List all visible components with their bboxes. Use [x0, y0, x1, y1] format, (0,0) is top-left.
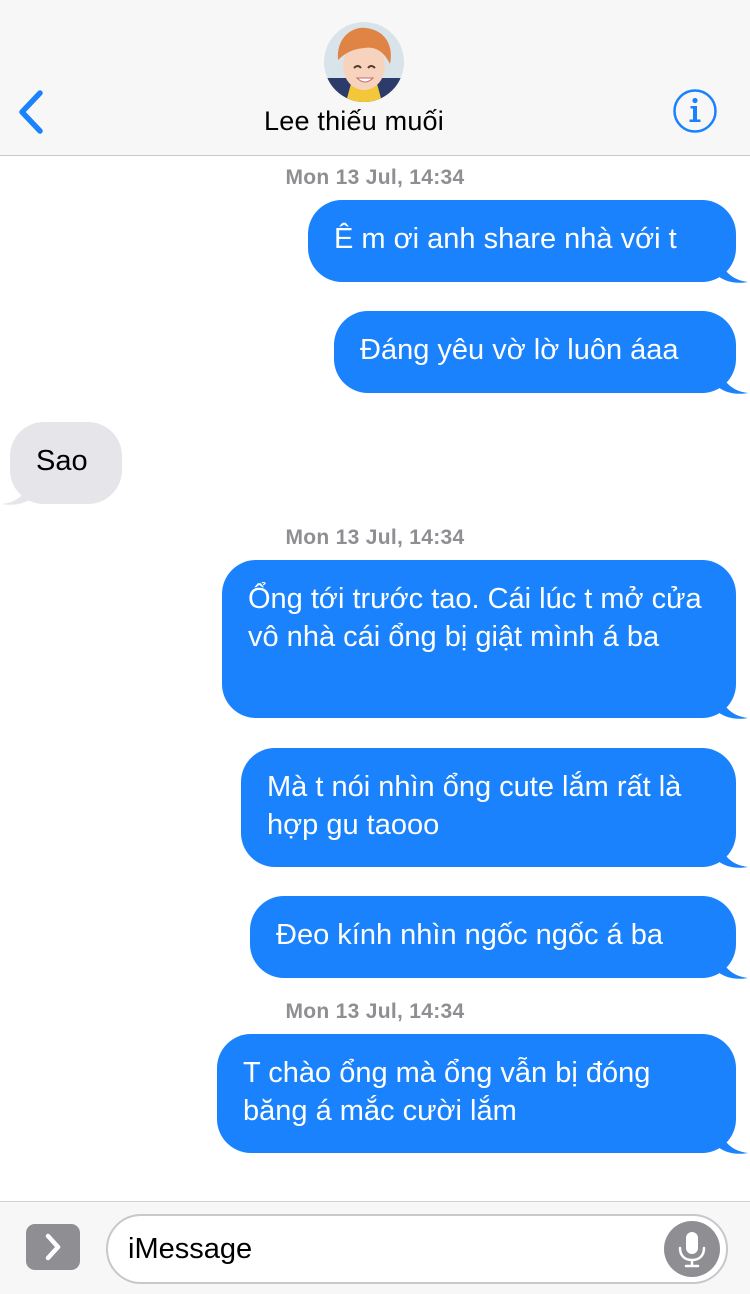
- message-text: T chào ổng mà ổng vẫn bị đóng băng á mắc…: [243, 1057, 651, 1127]
- chevron-right-icon: [45, 1233, 61, 1261]
- message-timestamp: Mon 13 Jul, 14:34: [285, 1000, 465, 1023]
- message-text: Sao: [36, 445, 88, 477]
- sent-message-bubble[interactable]: Đeo kính nhìn ngốc ngốc á ba: [250, 896, 736, 978]
- message-text: Mà t nói nhìn ổng cute lắm rất là hợp gu…: [267, 771, 682, 841]
- contact-name[interactable]: Lee thiếu muối: [0, 106, 708, 137]
- info-button[interactable]: [672, 88, 718, 134]
- bubble-tail: [718, 1121, 748, 1154]
- contact-avatar[interactable]: [324, 22, 404, 102]
- bubble-tail: [718, 946, 748, 979]
- message-timestamp: Mon 13 Jul, 14:34: [285, 166, 465, 189]
- bubble-tail: [718, 250, 748, 283]
- message-text: Ổng tới trước tao. Cái lúc t mở cửa vô n…: [248, 583, 702, 653]
- conversation-header: Lee thiếu muối: [0, 0, 750, 156]
- sent-message-bubble[interactable]: T chào ổng mà ổng vẫn bị đóng băng á mắc…: [217, 1034, 736, 1153]
- message-text: Đeo kính nhìn ngốc ngốc á ba: [276, 919, 663, 951]
- info-icon: [673, 89, 717, 133]
- sent-message-bubble[interactable]: Mà t nói nhìn ổng cute lắm rất là hợp gu…: [241, 748, 736, 867]
- message-timestamp: Mon 13 Jul, 14:34: [285, 526, 465, 549]
- bubble-tail: [718, 686, 748, 719]
- message-text: Đáng yêu vờ lờ luôn áaa: [360, 334, 679, 366]
- microphone-button[interactable]: [664, 1221, 720, 1277]
- message-input[interactable]: iMessage: [106, 1214, 728, 1284]
- compose-bar: iMessage: [0, 1201, 750, 1294]
- bubble-tail: [718, 361, 748, 394]
- sent-message-bubble[interactable]: Ổng tới trước tao. Cái lúc t mở cửa vô n…: [222, 560, 736, 718]
- message-text: Ê m ơi anh share nhà với t: [334, 223, 677, 255]
- microphone-icon: [678, 1232, 706, 1268]
- bubble-tail: [718, 835, 748, 868]
- sent-message-bubble[interactable]: Ê m ơi anh share nhà với t: [308, 200, 736, 282]
- bubble-tail: [2, 472, 32, 505]
- apps-button[interactable]: [26, 1224, 80, 1270]
- message-input-placeholder: iMessage: [128, 1233, 253, 1265]
- sent-message-bubble[interactable]: Đáng yêu vờ lờ luôn áaa: [334, 311, 736, 393]
